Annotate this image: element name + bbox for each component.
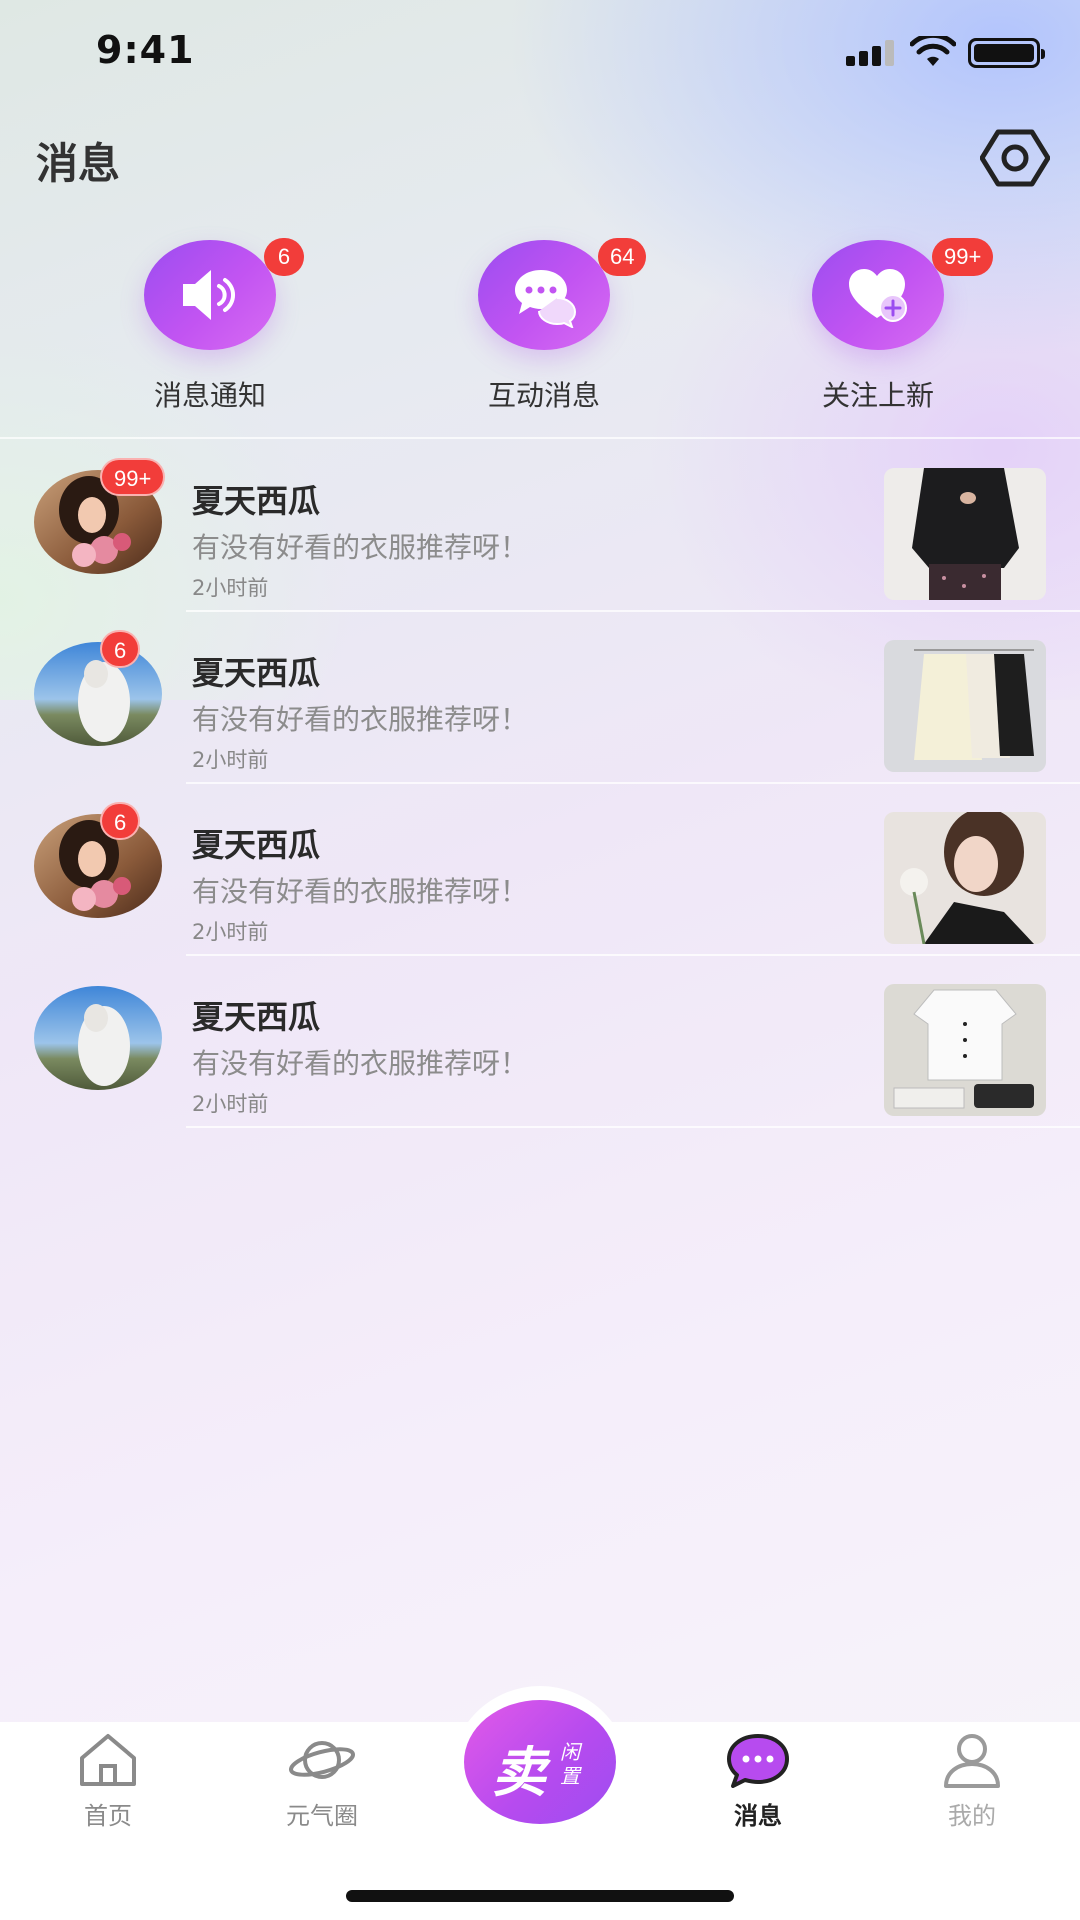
interaction-circle: 64 — [478, 238, 647, 350]
interaction-badge: 64 — [598, 238, 647, 276]
avatar[interactable] — [34, 986, 162, 1090]
quick-action-notifications[interactable]: 6 消息通知 — [110, 238, 310, 414]
wifi-icon — [910, 36, 956, 66]
message-time: 2小时前 — [192, 576, 269, 600]
unread-badge: 99+ — [100, 458, 166, 496]
page-title: 消息 — [36, 139, 121, 188]
quick-action-following[interactable]: 99+ 关注上新 — [778, 238, 994, 414]
cellular-signal-icon — [846, 40, 896, 66]
message-row[interactable]: 夏天西瓜 有没有好看的衣服推荐呀！ 2小时前 — [0, 956, 1080, 1128]
avatar[interactable] — [34, 814, 162, 918]
product-thumbnail[interactable] — [884, 812, 1046, 944]
planet-icon — [288, 1741, 356, 1779]
user-icon — [944, 1734, 1000, 1788]
product-thumbnail[interactable] — [884, 984, 1046, 1116]
battery-icon — [968, 38, 1045, 68]
speaker-icon — [183, 270, 235, 320]
quick-action-interactions[interactable]: 64 互动消息 — [444, 238, 647, 414]
sell-button-wrap: 卖 闲置 — [450, 1686, 630, 1866]
chat-bubble-icon — [727, 1734, 789, 1788]
tab-mine[interactable]: 我的 — [902, 1732, 1042, 1831]
following-badge: 99+ — [932, 238, 994, 276]
message-row[interactable]: 6 夏天西瓜 有没有好看的衣服推荐呀！ 2小时前 — [0, 784, 1080, 956]
home-indicator — [346, 1890, 734, 1902]
home-icon — [80, 1734, 136, 1786]
sell-sub-label: 闲置 — [560, 1740, 580, 1788]
message-time: 2小时前 — [192, 748, 269, 772]
sender-name: 夏天西瓜 — [192, 654, 321, 692]
sell-main-label: 卖 — [492, 1740, 546, 1804]
notification-circle: 6 — [144, 238, 304, 350]
message-preview: 有没有好看的衣服推荐呀！ — [192, 875, 529, 908]
message-time: 2小时前 — [192, 1092, 269, 1116]
tab-messages[interactable]: 消息 — [688, 1732, 828, 1831]
quick-action-label: 消息通知 — [153, 379, 266, 412]
row-divider — [186, 1126, 1080, 1128]
sender-name: 夏天西瓜 — [192, 998, 321, 1036]
product-thumbnail[interactable] — [884, 640, 1046, 772]
message-row[interactable]: 99+ 夏天西瓜 有没有好看的衣服推荐呀！ 2小时前 — [0, 440, 1080, 612]
quick-action-label: 关注上新 — [821, 379, 934, 412]
sender-name: 夏天西瓜 — [192, 482, 321, 520]
chat-bubbles-icon — [515, 270, 577, 328]
settings-icon[interactable] — [980, 128, 1050, 188]
tab-label: 消息 — [734, 1802, 782, 1830]
avatar[interactable] — [34, 642, 162, 746]
status-time: 9:41 — [96, 28, 195, 72]
message-preview: 有没有好看的衣服推荐呀！ — [192, 531, 529, 564]
tab-home[interactable]: 首页 — [38, 1732, 178, 1831]
notification-badge: 6 — [264, 238, 304, 276]
message-preview: 有没有好看的衣服推荐呀！ — [192, 1047, 529, 1080]
quick-action-label: 互动消息 — [487, 379, 600, 412]
product-thumbnail[interactable] — [884, 468, 1046, 600]
tab-label: 元气圈 — [286, 1802, 358, 1830]
message-row[interactable]: 6 夏天西瓜 有没有好看的衣服推荐呀！ 2小时前 — [0, 612, 1080, 784]
sell-button[interactable]: 卖 闲置 — [464, 1700, 616, 1824]
message-list: 99+ 夏天西瓜 有没有好看的衣服推荐呀！ 2小时前 6 夏天西瓜 有没有好看的… — [0, 440, 1080, 1128]
message-preview: 有没有好看的衣服推荐呀！ — [192, 703, 529, 736]
unread-badge: 6 — [100, 630, 141, 668]
following-circle: 99+ — [812, 238, 994, 350]
divider — [0, 437, 1080, 439]
sender-name: 夏天西瓜 — [192, 826, 321, 864]
tab-circle[interactable]: 元气圈 — [252, 1732, 392, 1831]
tab-label: 首页 — [84, 1802, 132, 1830]
unread-badge: 6 — [100, 802, 141, 840]
quick-actions: 6 消息通知 64 互动消息 99+ 关注上新 — [0, 238, 1080, 420]
heart-plus-icon — [849, 269, 907, 322]
status-bar: 9:41 — [0, 0, 1080, 110]
message-time: 2小时前 — [192, 920, 269, 944]
tab-label: 我的 — [948, 1802, 996, 1830]
